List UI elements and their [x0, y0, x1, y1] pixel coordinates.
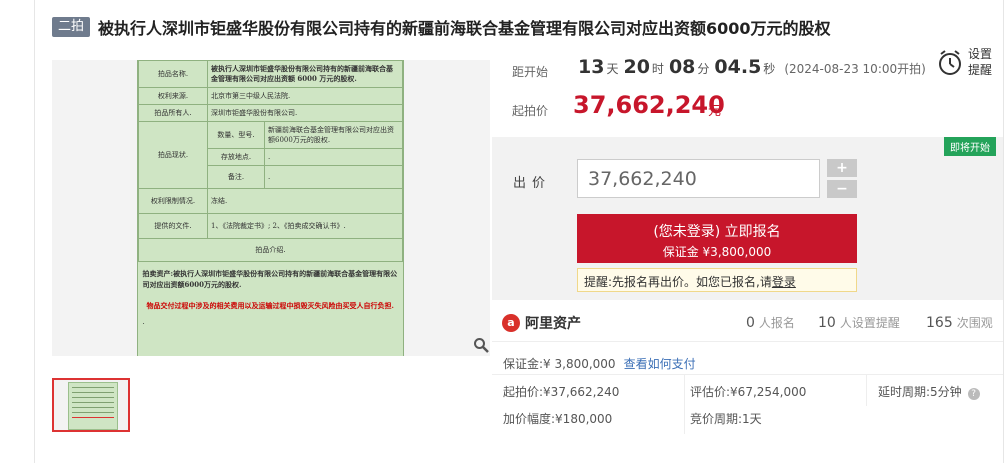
doc-value: .	[264, 148, 403, 166]
doc-row: 权利来源. 北京市第三中级人民法院.	[138, 87, 403, 105]
platform-name: 阿里资产	[525, 316, 581, 332]
reminders-label: 人设置提醒	[839, 316, 900, 330]
countdown-hours-unit: 时	[651, 62, 664, 76]
registered-label: 人报名	[758, 316, 795, 330]
thumbnail-image	[68, 382, 118, 430]
reminders-stat: 10 人设置提醒	[818, 314, 900, 331]
how-to-pay-link[interactable]: 查看如何支付	[624, 357, 696, 371]
views-label: 次围观	[956, 316, 993, 330]
countdown-days: 13	[578, 56, 605, 78]
zoom-icon[interactable]	[470, 334, 492, 356]
login-hint: 提醒:先报名再出价。如您已报名,请登录	[577, 268, 857, 292]
detail-increment: 加价幅度:¥180,000	[503, 412, 613, 426]
doc-row: 提供的文件. 1、《法院裁定书》; 2、《拍卖成交确认书》.	[138, 213, 403, 239]
doc-tail: .	[142, 318, 145, 326]
doc-sublabel: 备注.	[207, 165, 265, 189]
countdown-seconds-unit: 秒	[763, 62, 776, 76]
doc-value: 新疆前海联合基金管理有限公司对应出资额6000万元的股权.	[264, 121, 403, 149]
left-divider	[34, 0, 35, 463]
doc-row: 拍品介绍.	[138, 238, 403, 262]
page-title: 被执行人深圳市钜盛华股份有限公司持有的新疆前海联合基金管理有限公司对应出资额60…	[98, 19, 831, 38]
alibaba-logo-icon: a	[502, 314, 520, 332]
doc-row: 拍品所有人. 深圳市钜盛华股份有限公司.	[138, 104, 403, 122]
decrease-bid-button[interactable]: −	[827, 180, 857, 198]
doc-label: 权利限制情况.	[138, 188, 208, 214]
right-divider	[1003, 0, 1004, 463]
doc-warning: 物品交付过程中涉及的相关费用以及运输过程中损毁灭失风险由买受人自行负担.	[146, 301, 394, 310]
countdown-minutes: 08	[668, 56, 696, 78]
registered-count: 0	[746, 315, 755, 331]
countdown-days-unit: 天	[606, 62, 619, 76]
doc-sublabel: 存放地点.	[207, 148, 265, 166]
doc-value: 北京市第三中级人民法院.	[207, 87, 403, 105]
doc-row: 拍卖资产:被执行人深圳市钜盛华股份有限公司持有的新疆前海联合基金管理有限公司对应…	[139, 262, 403, 330]
registered-stat: 0 人报名	[746, 314, 795, 331]
doc-value: 冻结.	[207, 188, 403, 214]
thumbnail-selected[interactable]	[52, 378, 130, 432]
doc-label: 拍品名称.	[138, 60, 208, 88]
start-time: (2024-08-23 10:00开拍)	[784, 62, 926, 76]
login-link[interactable]: 登录	[772, 275, 796, 289]
deposit-value: 保证金:¥ 3,800,000	[503, 357, 616, 371]
increase-bid-button[interactable]: +	[827, 159, 857, 177]
doc-sublabel: 数量、型号.	[207, 121, 265, 149]
delay-value: 延时周期:5分钟	[878, 385, 962, 399]
countdown: 13 天 20 时 08 分 04.5 秒 (2024-08-23 10:00开…	[578, 56, 926, 78]
countdown-minutes-unit: 分	[697, 62, 710, 76]
bid-label: 出价	[513, 176, 552, 191]
doc-value: 被执行人深圳市钜盛华股份有限公司持有的新疆前海联合基金管理有限公司对应出资额 6…	[207, 60, 403, 88]
countdown-seconds: 04.5	[714, 56, 762, 78]
price-unit: 元	[708, 104, 722, 119]
hint-text: 提醒:先报名再出价。如您已报名,请	[584, 275, 772, 289]
doc-value: 深圳市钜盛华股份有限公司.	[207, 104, 403, 122]
views-stat: 165 次围观	[926, 314, 993, 331]
doc-value: .	[264, 165, 403, 189]
views-count: 165	[926, 315, 953, 331]
doc-intro-paragraph: 拍卖资产:被执行人深圳市钜盛华股份有限公司持有的新疆前海联合基金管理有限公司对应…	[142, 269, 398, 289]
detail-bid-cycle: 竞价周期:1天	[690, 412, 762, 426]
doc-label: 提供的文件.	[138, 213, 208, 239]
reminders-count: 10	[818, 315, 836, 331]
deposit-info: 保证金:¥ 3,800,000 查看如何支付	[503, 355, 696, 372]
doc-label: 拍品现状.	[138, 121, 208, 189]
countdown-label: 距开始	[512, 65, 549, 79]
alarm-clock-icon[interactable]	[937, 48, 963, 78]
register-button-label: (您未登录) 立即报名	[653, 224, 781, 240]
doc-value: 1、《法院裁定书》; 2、《拍卖成交确认书》.	[207, 213, 403, 239]
doc-intro-heading: 拍品介绍.	[138, 238, 403, 262]
auction-document: 拍品名称. 被执行人深圳市钜盛华股份有限公司持有的新疆前海联合基金管理有限公司对…	[137, 60, 404, 356]
doc-row: 权利限制情况. 冻结.	[138, 188, 403, 214]
doc-row: 拍品名称. 被执行人深圳市钜盛华股份有限公司持有的新疆前海联合基金管理有限公司对…	[138, 60, 403, 88]
detail-delay: 延时周期:5分钟?	[878, 383, 980, 400]
question-icon[interactable]: ?	[967, 388, 980, 400]
main-image[interactable]: 拍品名称. 被执行人深圳市钜盛华股份有限公司持有的新疆前海联合基金管理有限公司对…	[52, 60, 490, 356]
detail-appraisal: 评估价:¥67,254,000	[690, 385, 807, 399]
remind-button[interactable]: 设置提醒	[968, 46, 994, 78]
bid-input[interactable]: 37,662,240	[577, 159, 820, 198]
doc-label: 拍品所有人.	[138, 104, 208, 122]
start-price: 37,662,240	[573, 91, 725, 119]
countdown-hours: 20	[623, 56, 650, 78]
divider	[684, 374, 685, 434]
doc-row: 拍品现状. 数量、型号. 新疆前海联合基金管理有限公司对应出资额6000万元的股…	[138, 121, 403, 189]
round-badge: 二拍	[52, 17, 91, 37]
status-badge: 即将开始	[944, 137, 996, 156]
divider	[492, 341, 1003, 342]
platform-logo: a 阿里资产	[502, 313, 581, 333]
divider	[866, 374, 867, 406]
doc-label: 权利来源.	[138, 87, 208, 105]
divider	[492, 374, 1003, 375]
title-bar: 二拍 被执行人深圳市钜盛华股份有限公司持有的新疆前海联合基金管理有限公司对应出资…	[52, 16, 831, 38]
start-price-label: 起拍价	[512, 104, 549, 118]
detail-start-price: 起拍价:¥37,662,240	[503, 385, 620, 399]
register-deposit: 保证金 ¥3,800,000	[662, 245, 772, 259]
register-button[interactable]: (您未登录) 立即报名 保证金 ¥3,800,000	[577, 214, 857, 263]
